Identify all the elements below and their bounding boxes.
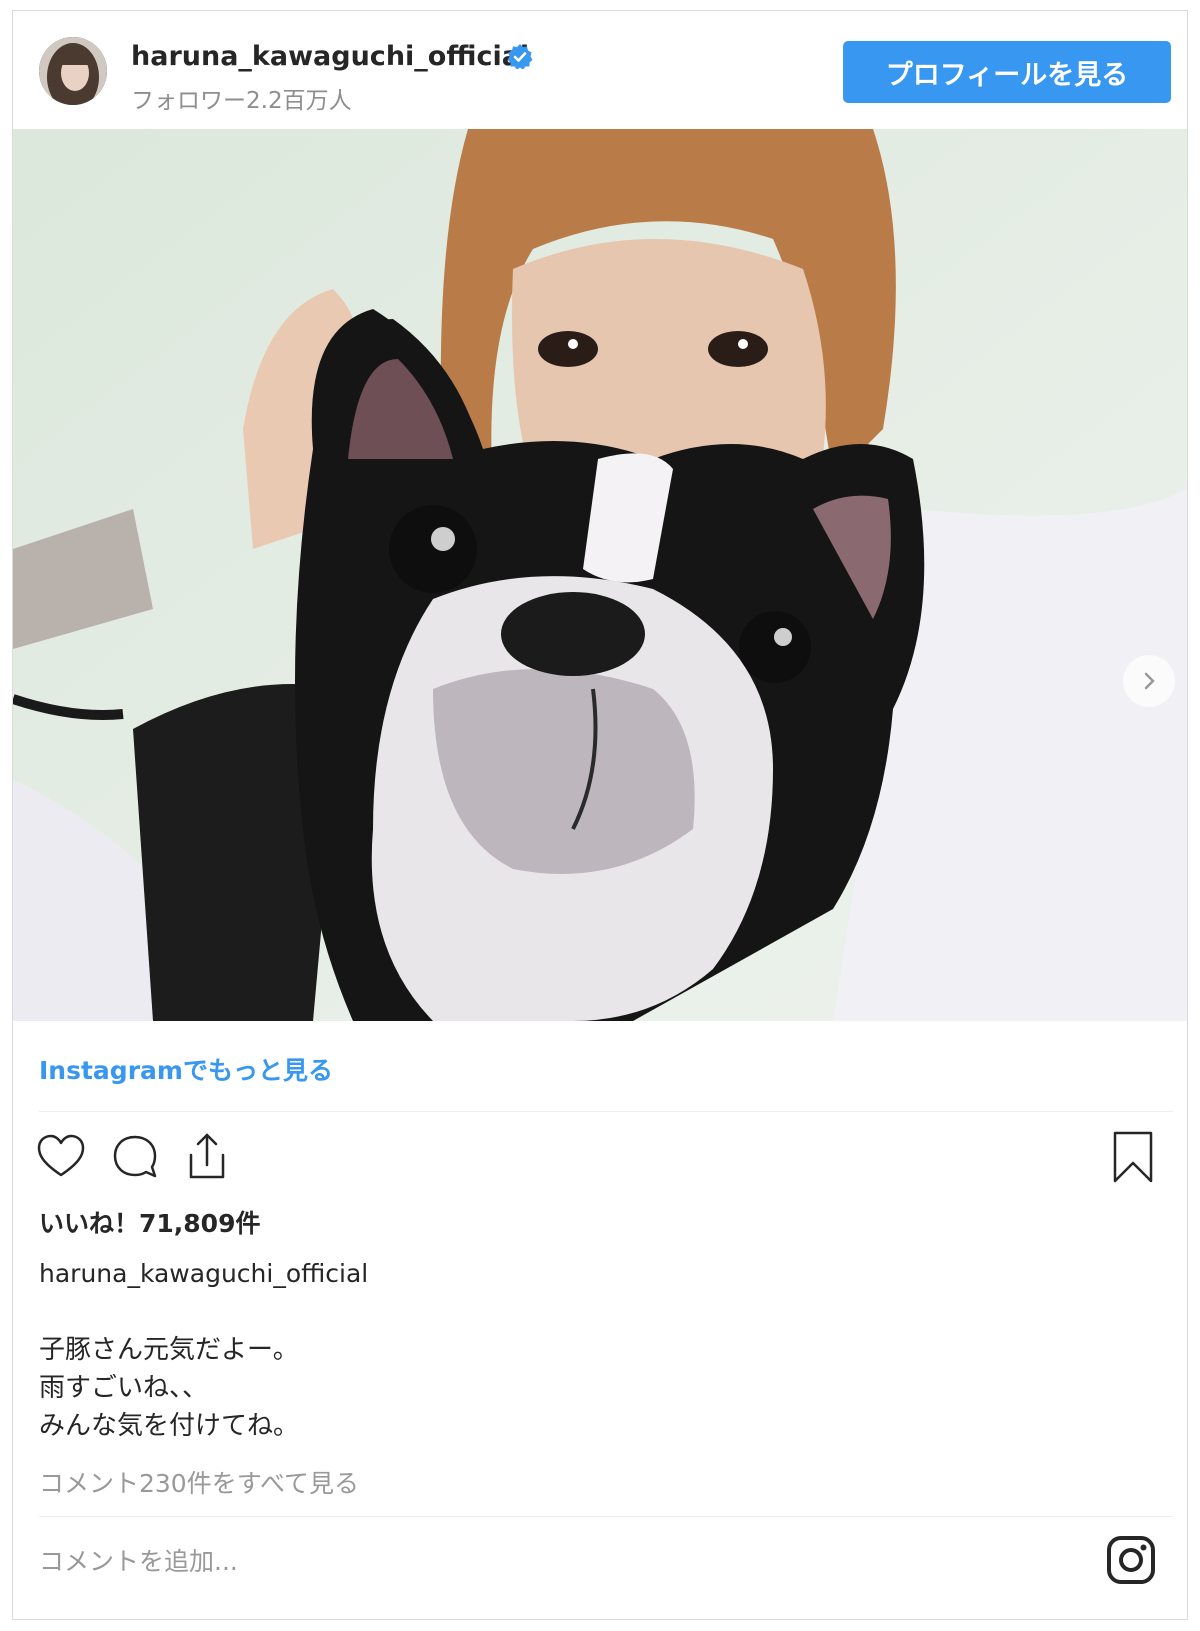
heart-icon[interactable] — [33, 1129, 89, 1185]
caption-username[interactable]: haruna_kawaguchi_official — [39, 1259, 368, 1288]
share-icon[interactable] — [179, 1129, 235, 1185]
bookmark-icon[interactable] — [1105, 1129, 1161, 1185]
instagram-embed-card: haruna_kawaguchi_official フォロワー2.2百万人 プロ… — [12, 10, 1188, 1620]
avatar[interactable] — [39, 37, 107, 105]
post-header: haruna_kawaguchi_official フォロワー2.2百万人 プロ… — [13, 11, 1187, 129]
add-comment-input[interactable] — [39, 1531, 1079, 1591]
comment-icon[interactable] — [107, 1129, 163, 1185]
caption-text: 子豚さん元気だよー。 雨すごいね、、 みんな気を付けてね。 — [39, 1331, 299, 1445]
caption-line: 雨すごいね、、 — [39, 1373, 209, 1403]
username[interactable]: haruna_kawaguchi_official — [131, 41, 529, 72]
caption-line: みんな気を付けてね。 — [39, 1411, 300, 1441]
instagram-logo-icon[interactable] — [1105, 1534, 1157, 1586]
view-profile-button[interactable]: プロフィールを見る — [843, 41, 1171, 103]
next-arrow-icon — [1144, 672, 1155, 690]
view-more-on-instagram-link[interactable]: Instagramでもっと見る — [39, 1051, 333, 1087]
caption-line: 子豚さん元気だよー。 — [39, 1335, 299, 1365]
verified-badge-icon — [507, 44, 533, 70]
follower-count: フォロワー2.2百万人 — [131, 88, 352, 114]
post-actions — [13, 1129, 1187, 1189]
post-photo[interactable] — [13, 129, 1187, 1021]
next-image-button[interactable] — [1123, 655, 1175, 707]
view-all-comments-link[interactable]: コメント230件をすべて見る — [39, 1464, 359, 1500]
divider — [39, 1111, 1173, 1112]
like-count[interactable]: いいね！71,809件 — [39, 1204, 260, 1240]
divider — [39, 1516, 1173, 1517]
